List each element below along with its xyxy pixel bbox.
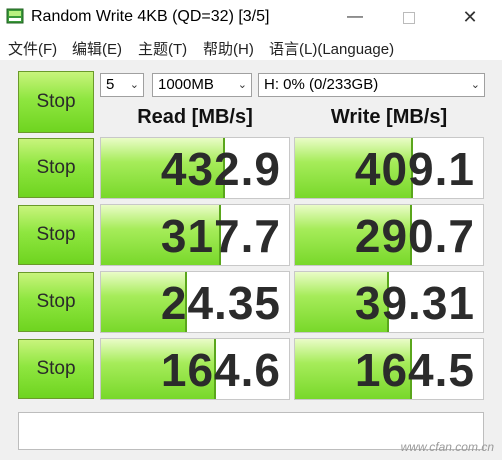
read-value-row4: 164.6 [160, 344, 281, 396]
stop-all-button[interactable]: Stop [18, 71, 94, 133]
menu-language[interactable]: 语言(L)(Language) [269, 38, 394, 59]
menu-bar: 文件(F) 编辑(E) 主题(T) 帮助(H) 语言(L)(Language) [0, 34, 502, 60]
chevron-down-icon: ⌄ [470, 79, 480, 91]
size-value: 1000MB [158, 76, 214, 93]
window-title: Random Write 4KB (QD=32) [3/5] [31, 8, 270, 25]
maximize-icon [403, 12, 415, 24]
write-value-row2: 290.7 [354, 210, 475, 262]
write-value-row3: 39.31 [354, 277, 475, 329]
read-value-row1: 432.9 [160, 143, 281, 195]
chevron-down-icon: ⌄ [237, 79, 247, 91]
read-value-row3: 24.35 [160, 277, 281, 329]
write-result-row1: 409.1 [294, 137, 484, 199]
close-button[interactable]: ✕ [455, 6, 485, 28]
watermark: www.cfan.com.cn [400, 440, 494, 454]
minimize-button[interactable]: — [340, 6, 370, 28]
size-select[interactable]: 1000MB ⌄ [152, 73, 252, 97]
write-header: Write [MB/s] [330, 106, 448, 128]
stop-button-seq1[interactable]: Stop [18, 138, 94, 198]
menu-help[interactable]: 帮助(H) [203, 38, 254, 59]
stop-button-rnd2[interactable]: Stop [18, 339, 94, 399]
read-result-row4: 164.6 [100, 338, 290, 400]
read-result-row2: 317.7 [100, 204, 290, 266]
chevron-down-icon: ⌄ [129, 79, 139, 91]
stop-button-rnd1[interactable]: Stop [18, 272, 94, 332]
write-result-row2: 290.7 [294, 204, 484, 266]
read-value-row2: 317.7 [160, 210, 281, 262]
menu-theme[interactable]: 主题(T) [138, 38, 187, 59]
write-value-row1: 409.1 [354, 143, 475, 195]
menu-file[interactable]: 文件(F) [8, 38, 57, 59]
read-result-row3: 24.35 [100, 271, 290, 333]
title-bar: Random Write 4KB (QD=32) [3/5] — ✕ [0, 0, 502, 34]
stop-button-seq2[interactable]: Stop [18, 205, 94, 265]
write-result-row3: 39.31 [294, 271, 484, 333]
runs-select[interactable]: 5 ⌄ [100, 73, 144, 97]
menu-edit[interactable]: 编辑(E) [72, 38, 122, 59]
read-result-row1: 432.9 [100, 137, 290, 199]
write-result-row4: 164.5 [294, 338, 484, 400]
write-value-row4: 164.5 [354, 344, 475, 396]
disk-icon [6, 8, 24, 24]
drive-value: H: 0% (0/233GB) [264, 76, 379, 93]
maximize-button[interactable] [394, 6, 424, 28]
drive-select[interactable]: H: 0% (0/233GB) ⌄ [258, 73, 485, 97]
runs-value: 5 [106, 76, 115, 93]
read-header: Read [MB/s] [137, 106, 253, 128]
